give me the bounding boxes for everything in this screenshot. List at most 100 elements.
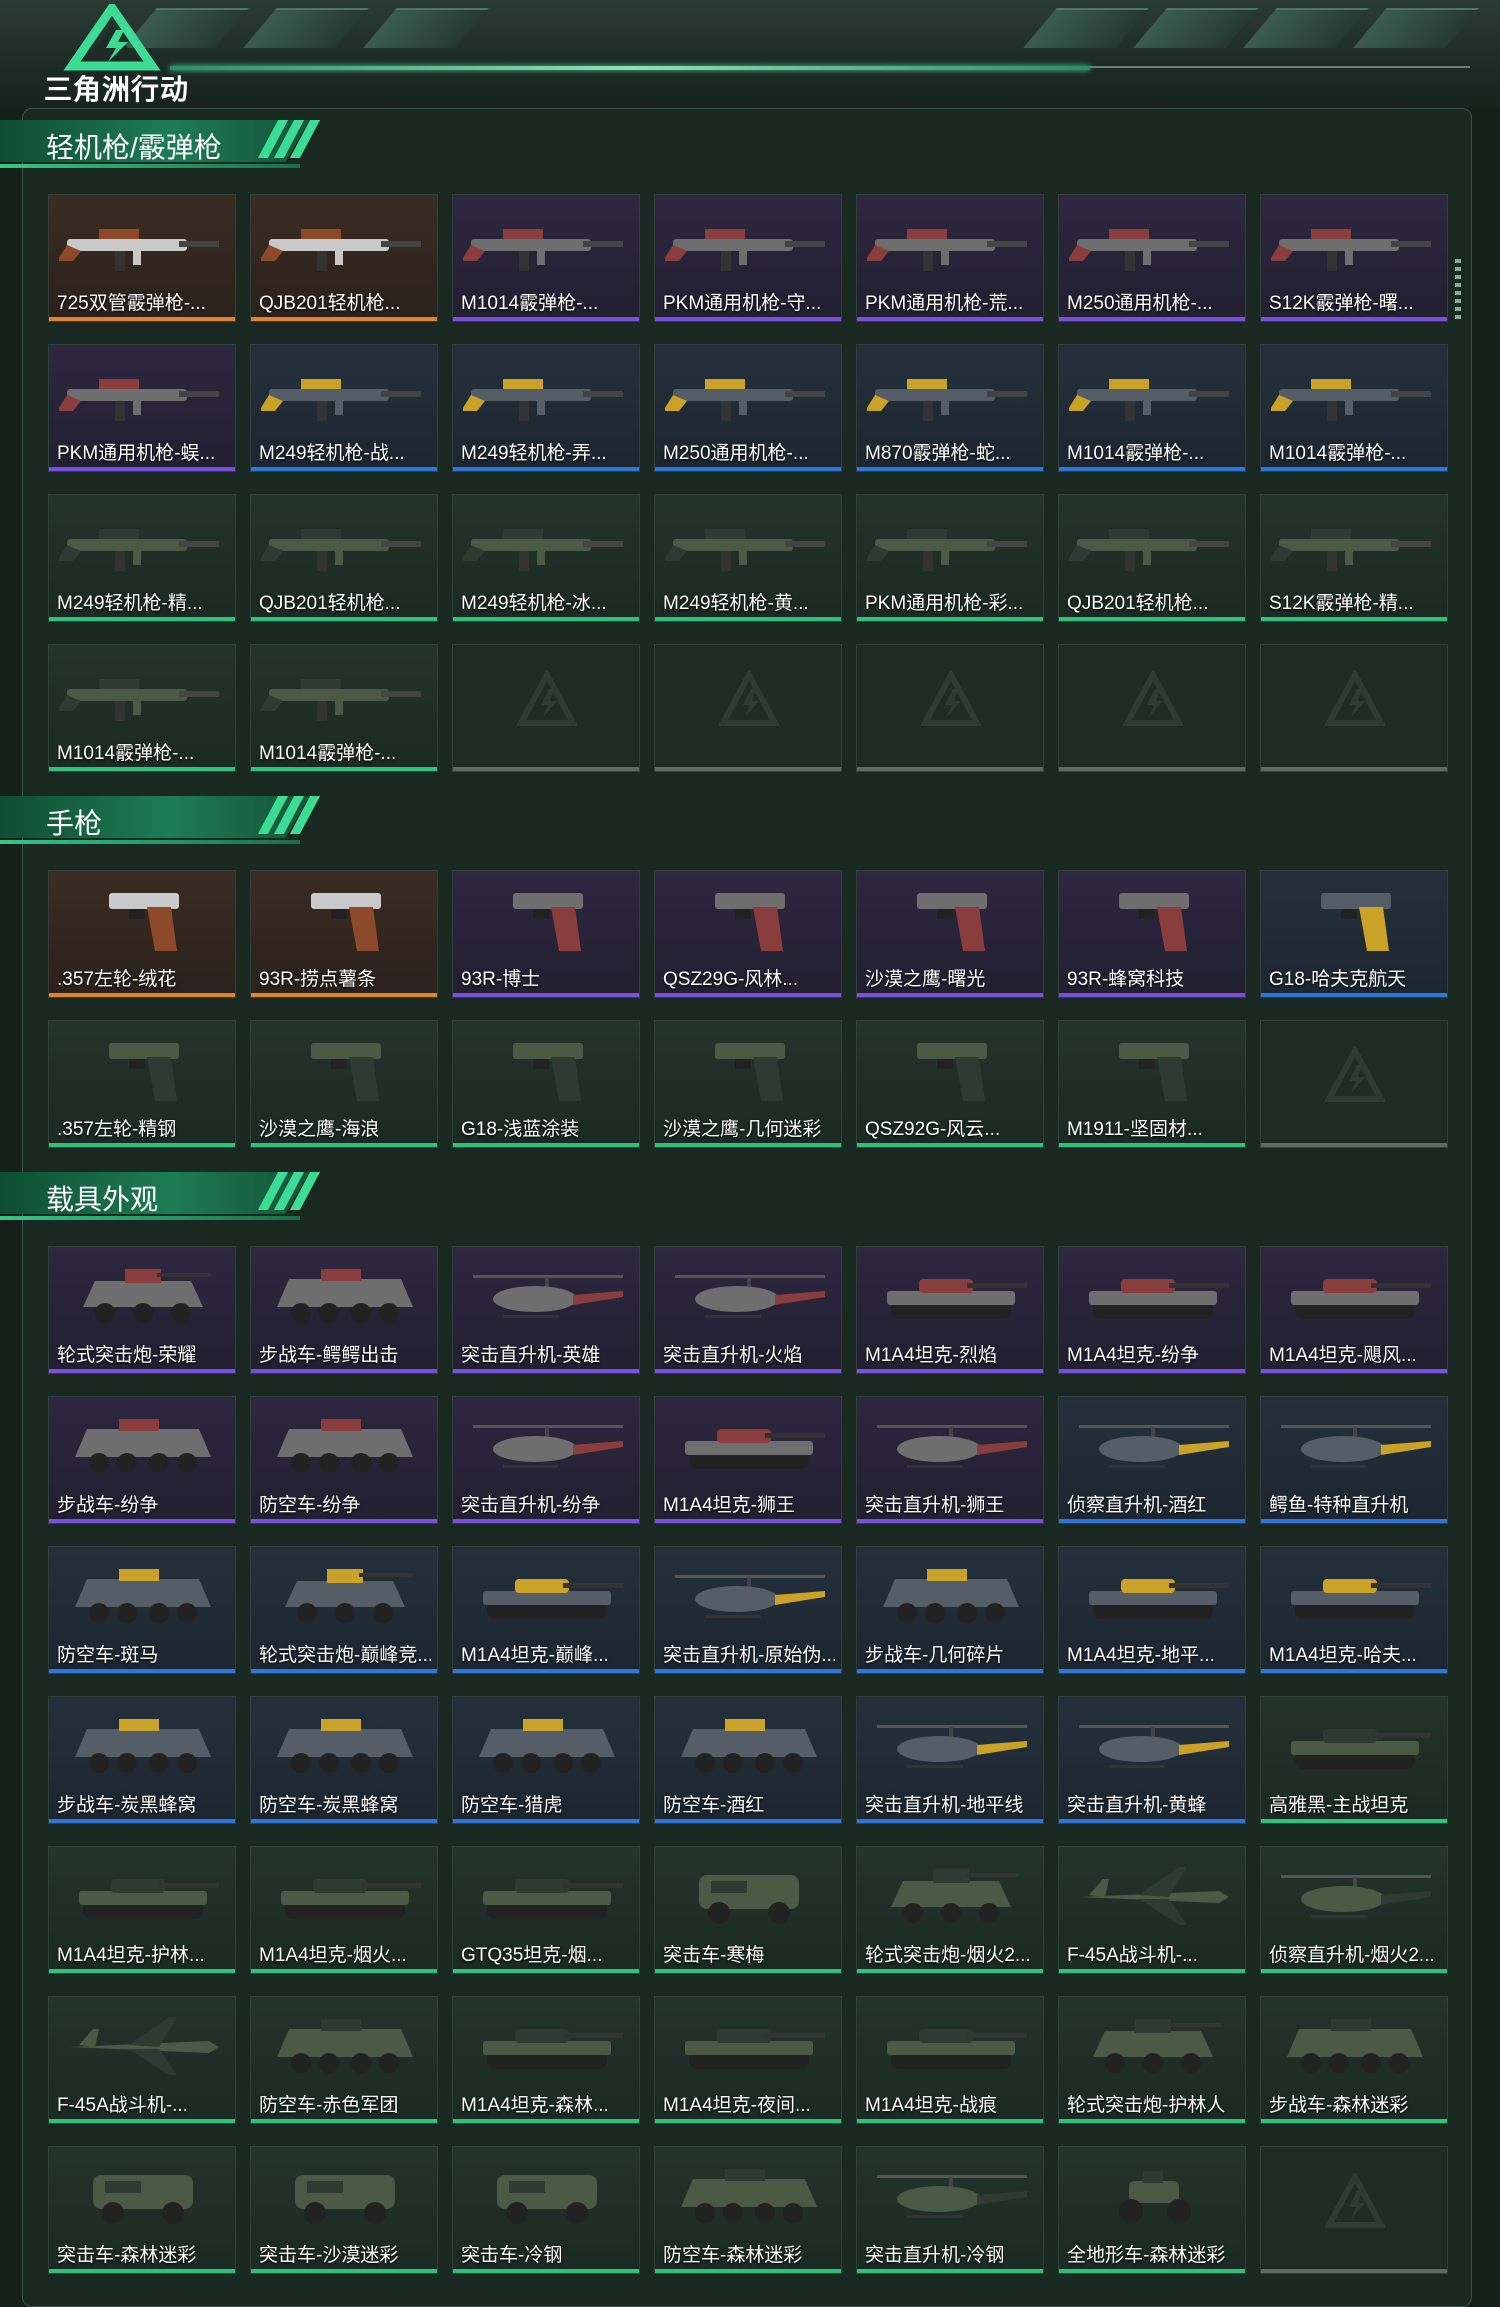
item-card[interactable]: 突击直升机-原始伪... <box>654 1546 842 1674</box>
item-card[interactable]: M1A4坦克-飓风... <box>1260 1246 1448 1374</box>
item-card[interactable]: M1014霰弹枪-... <box>250 644 438 772</box>
item-card[interactable]: M250通用机枪-... <box>1058 194 1246 322</box>
item-card[interactable]: S12K霰弹枪-精... <box>1260 494 1448 622</box>
item-card[interactable]: M1A4坦克-烟火... <box>250 1846 438 1974</box>
item-card[interactable]: 轮式突击炮-荣耀 <box>48 1246 236 1374</box>
item-card[interactable]: M1014霰弹枪-... <box>48 644 236 772</box>
header-stripe <box>1023 8 1149 48</box>
item-card[interactable]: .357左轮-绒花 <box>48 870 236 998</box>
item-card[interactable]: 步战车-炭黑蜂窝 <box>48 1696 236 1824</box>
item-card[interactable]: M1014霰弹枪-... <box>1058 344 1246 472</box>
item-card[interactable]: 沙漠之鹰-海浪 <box>250 1020 438 1148</box>
item-card[interactable]: 高雅黑-主战坦克 <box>1260 1696 1448 1824</box>
item-card[interactable]: 防空车-猎虎 <box>452 1696 640 1824</box>
item-card[interactable]: 突击车-冷钢 <box>452 2146 640 2274</box>
item-card[interactable]: 步战车-森林迷彩 <box>1260 1996 1448 2124</box>
item-card[interactable]: 鳄鱼-特种直升机 <box>1260 1396 1448 1524</box>
item-card[interactable]: PKM通用机枪-蜈... <box>48 344 236 472</box>
item-card[interactable]: 轮式突击炮-护林人 <box>1058 1996 1246 2124</box>
item-card[interactable]: M1A4坦克-哈夫... <box>1260 1546 1448 1674</box>
rarity-bar <box>655 617 841 621</box>
item-card[interactable]: 沙漠之鹰-几何迷彩 <box>654 1020 842 1148</box>
item-card[interactable]: 步战车-纷争 <box>48 1396 236 1524</box>
item-card[interactable]: M1A4坦克-战痕 <box>856 1996 1044 2124</box>
item-card[interactable]: 步战车-鳄鳄出击 <box>250 1246 438 1374</box>
item-card[interactable]: M249轻机枪-战... <box>250 344 438 472</box>
item-card[interactable]: F-45A战斗机-... <box>48 1996 236 2124</box>
item-card[interactable]: M1A4坦克-地平... <box>1058 1546 1246 1674</box>
item-card[interactable]: M249轻机枪-精... <box>48 494 236 622</box>
item-card[interactable]: QJB201轻机枪... <box>250 494 438 622</box>
item-card[interactable]: M249轻机枪-黄... <box>654 494 842 622</box>
item-card[interactable]: 轮式突击炮-烟火2... <box>856 1846 1044 1974</box>
scrollbar-indicator[interactable] <box>1455 259 1461 319</box>
item-card[interactable]: QJB201轻机枪... <box>250 194 438 322</box>
heli-skin-icon <box>1069 1411 1237 1481</box>
item-card[interactable]: S12K霰弹枪-曙... <box>1260 194 1448 322</box>
item-card[interactable]: 沙漠之鹰-曙光 <box>856 870 1044 998</box>
item-card[interactable]: M1014霰弹枪-... <box>452 194 640 322</box>
item-card[interactable]: 防空车-酒红 <box>654 1696 842 1824</box>
item-card[interactable]: M1A4坦克-夜间... <box>654 1996 842 2124</box>
item-card[interactable]: M249轻机枪-弄... <box>452 344 640 472</box>
item-card[interactable]: 步战车-几何碎片 <box>856 1546 1044 1674</box>
item-card[interactable]: 突击直升机-冷钢 <box>856 2146 1044 2274</box>
item-card[interactable]: 突击车-寒梅 <box>654 1846 842 1974</box>
item-label: F-45A战斗机-... <box>57 2095 188 2116</box>
item-card[interactable]: G18-浅蓝涂装 <box>452 1020 640 1148</box>
item-card[interactable]: 轮式突击炮-巅峰竞... <box>250 1546 438 1674</box>
rarity-bar <box>453 767 639 771</box>
item-label: M1A4坦克-烈焰 <box>865 1345 997 1366</box>
item-card[interactable]: 突击直升机-地平线 <box>856 1696 1044 1824</box>
item-card[interactable]: M1014霰弹枪-... <box>1260 344 1448 472</box>
section-title: 载具外观 <box>46 1184 159 1215</box>
item-card[interactable]: 防空车-赤色军团 <box>250 1996 438 2124</box>
item-card[interactable]: M1A4坦克-森林... <box>452 1996 640 2124</box>
item-card[interactable]: 防空车-森林迷彩 <box>654 2146 842 2274</box>
gun-skin-icon <box>663 359 833 429</box>
item-card[interactable]: 侦察直升机-烟火2... <box>1260 1846 1448 1974</box>
item-card[interactable]: GTQ35坦克-烟... <box>452 1846 640 1974</box>
item-card[interactable]: M870霰弹枪-蛇... <box>856 344 1044 472</box>
item-card[interactable]: M1A4坦克-烈焰 <box>856 1246 1044 1374</box>
item-card[interactable]: G18-哈夫克航天 <box>1260 870 1448 998</box>
item-card[interactable]: 突击直升机-火焰 <box>654 1246 842 1374</box>
item-card[interactable]: M1A4坦克-巅峰... <box>452 1546 640 1674</box>
rarity-bar <box>453 1369 639 1373</box>
item-label: PKM通用机枪-彩... <box>865 593 1024 614</box>
item-card[interactable]: 突击车-沙漠迷彩 <box>250 2146 438 2274</box>
item-card[interactable]: M249轻机枪-冰... <box>452 494 640 622</box>
item-card[interactable]: 侦察直升机-酒红 <box>1058 1396 1246 1524</box>
item-card[interactable]: M1A4坦克-狮王 <box>654 1396 842 1524</box>
item-card[interactable]: 全地形车-森林迷彩 <box>1058 2146 1246 2274</box>
item-label: M1A4坦克-巅峰... <box>461 1645 609 1666</box>
item-card[interactable]: 93R-蜂窝科技 <box>1058 870 1246 998</box>
item-card[interactable]: 防空车-炭黑蜂窝 <box>250 1696 438 1824</box>
item-card[interactable]: 防空车-斑马 <box>48 1546 236 1674</box>
item-card[interactable]: 突击直升机-英雄 <box>452 1246 640 1374</box>
rarity-bar <box>1059 1519 1245 1523</box>
item-card[interactable]: 突击直升机-纷争 <box>452 1396 640 1524</box>
item-card[interactable]: 防空车-纷争 <box>250 1396 438 1524</box>
item-card[interactable]: M1A4坦克-纷争 <box>1058 1246 1246 1374</box>
item-card[interactable]: 突击车-森林迷彩 <box>48 2146 236 2274</box>
item-card[interactable]: 725双管霰弹枪-... <box>48 194 236 322</box>
item-card[interactable]: PKM通用机枪-彩... <box>856 494 1044 622</box>
item-card[interactable]: 93R-博士 <box>452 870 640 998</box>
item-card[interactable]: 突击直升机-狮王 <box>856 1396 1044 1524</box>
item-card[interactable]: .357左轮-精钢 <box>48 1020 236 1148</box>
item-card[interactable]: M1911-坚固材... <box>1058 1020 1246 1148</box>
item-card[interactable]: QSZ92G-风云... <box>856 1020 1044 1148</box>
item-card[interactable]: PKM通用机枪-守... <box>654 194 842 322</box>
item-card[interactable]: 突击直升机-黄蜂 <box>1058 1696 1246 1824</box>
item-card[interactable]: 93R-捞点薯条 <box>250 870 438 998</box>
gun-skin-icon <box>461 509 631 579</box>
item-card[interactable]: QSZ29G-风林... <box>654 870 842 998</box>
rarity-bar <box>1059 1669 1245 1673</box>
item-card[interactable]: QJB201轻机枪... <box>1058 494 1246 622</box>
pistol-skin-icon <box>59 1035 227 1105</box>
item-card[interactable]: PKM通用机枪-荒... <box>856 194 1044 322</box>
item-card[interactable]: M1A4坦克-护林... <box>48 1846 236 1974</box>
item-card[interactable]: M250通用机枪-... <box>654 344 842 472</box>
item-card[interactable]: F-45A战斗机-... <box>1058 1846 1246 1974</box>
